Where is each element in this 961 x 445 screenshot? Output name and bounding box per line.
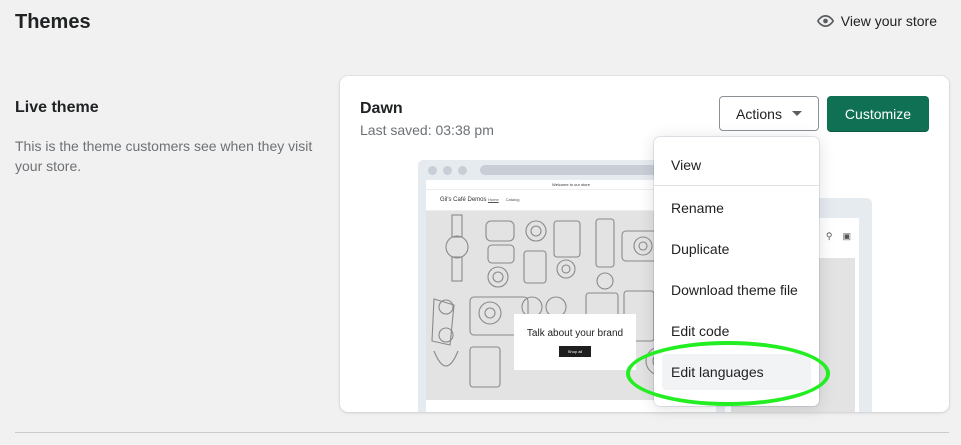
menu-item-edit-languages[interactable]: Edit languages xyxy=(662,354,811,390)
live-theme-heading: Live theme xyxy=(15,99,99,116)
window-dot-icon xyxy=(443,166,452,175)
window-dot-icon xyxy=(458,166,467,175)
view-store-link[interactable]: View your store xyxy=(816,13,937,29)
menu-item-view[interactable]: View xyxy=(662,147,811,183)
menu-item-rename[interactable]: Rename xyxy=(662,190,811,226)
shop-all-button: Shop all xyxy=(559,346,591,357)
menu-item-duplicate[interactable]: Duplicate xyxy=(662,231,811,267)
search-icon: ⚲ xyxy=(825,231,833,241)
window-dot-icon xyxy=(428,166,437,175)
live-theme-description: This is the theme customers see when the… xyxy=(15,138,313,174)
actions-dropdown-menu: View Rename Duplicate Download theme fil… xyxy=(654,137,819,406)
menu-item-download-theme-file[interactable]: Download theme file xyxy=(662,272,811,308)
cart-icon: ▣ xyxy=(842,231,851,241)
brand-callout: Talk about your brand Shop all xyxy=(514,314,636,370)
view-store-label: View your store xyxy=(840,13,937,29)
eye-icon xyxy=(816,15,834,27)
section-divider xyxy=(15,432,949,433)
menu-divider xyxy=(654,185,819,186)
menu-item-edit-code[interactable]: Edit code xyxy=(662,313,811,349)
customize-button[interactable]: Customize xyxy=(827,96,929,132)
site-nav: Home Catalog xyxy=(488,197,519,202)
nav-home: Home xyxy=(488,197,499,202)
caret-down-icon xyxy=(791,111,802,116)
nav-catalog: Catalog xyxy=(505,197,520,202)
page-title: Themes xyxy=(15,11,91,33)
theme-last-saved: Last saved: 03:38 pm xyxy=(360,122,494,138)
theme-name: Dawn xyxy=(360,100,403,117)
site-name: Gil's Café Demos xyxy=(440,197,487,203)
actions-button[interactable]: Actions xyxy=(719,96,819,131)
actions-label: Actions xyxy=(736,105,782,122)
brand-heading: Talk about your brand xyxy=(526,328,624,339)
theme-card: Dawn Last saved: 03:38 pm Actions Custom… xyxy=(340,76,949,412)
